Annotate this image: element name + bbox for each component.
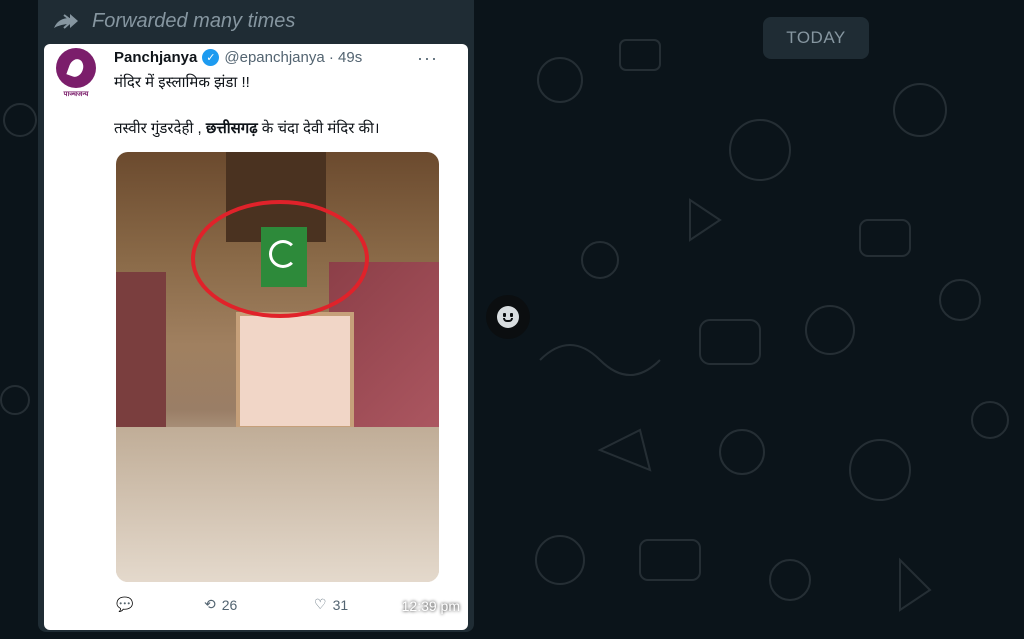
tweet-text-line-1: मंदिर में इस्लामिक झंडा !! (114, 74, 250, 91)
account-handle: @epanchjanya · 49s (224, 49, 363, 66)
forwarded-indicator: Forwarded many times (52, 10, 295, 33)
tiled-floor (116, 427, 439, 582)
tweet-text-bold: छत्तीसगढ़ (205, 120, 258, 137)
temple-photo (116, 152, 439, 582)
tweet-header: Panchjanya ✓ @epanchjanya · 49s (114, 49, 362, 66)
avatar-caption: पाञ्चजन्य (63, 91, 89, 98)
account-name: Panchjanya (114, 49, 198, 66)
reply-icon: 💬 (116, 596, 134, 612)
react-emoji-button[interactable] (486, 295, 530, 339)
retweet-icon: ⟲ (204, 596, 216, 612)
tweet-text-prefix: तस्वीर गुंडरदेही , (114, 120, 206, 137)
retweet-count: 26 (221, 596, 238, 613)
retweet-action: ⟲ 26 (204, 596, 237, 613)
panchjanya-logo-icon (56, 48, 96, 88)
heart-icon: ♡ (314, 596, 327, 612)
tweet-actions: 💬 ⟲ 26 ♡ 31 12:39 pm (44, 596, 468, 620)
like-action: ♡ 31 (314, 596, 348, 613)
tweet-screenshot-image[interactable]: पाञ्चजन्य Panchjanya ✓ @epanchjanya · 49… (44, 44, 468, 630)
tweet-text-suffix: के चंदा देवी मंदिर की। (257, 120, 380, 137)
date-badge: TODAY (763, 17, 869, 59)
red-highlight-circle (191, 200, 369, 318)
account-avatar: पाञ्चजन्य (54, 48, 98, 98)
reply-action: 💬 (116, 596, 133, 613)
shrine (236, 312, 354, 430)
more-options-icon: ··· (417, 48, 438, 68)
tweet-text-line-2: तस्वीर गुंडरदेही , छत्तीसगढ़ के चंदा देव… (114, 118, 380, 138)
smiley-icon (497, 306, 519, 328)
like-count: 31 (332, 596, 349, 613)
forwarded-label: Forwarded many times (92, 10, 296, 32)
verified-badge-icon: ✓ (202, 49, 220, 66)
message-time: 12:39 pm (401, 598, 460, 614)
forward-arrows-icon (54, 13, 78, 29)
